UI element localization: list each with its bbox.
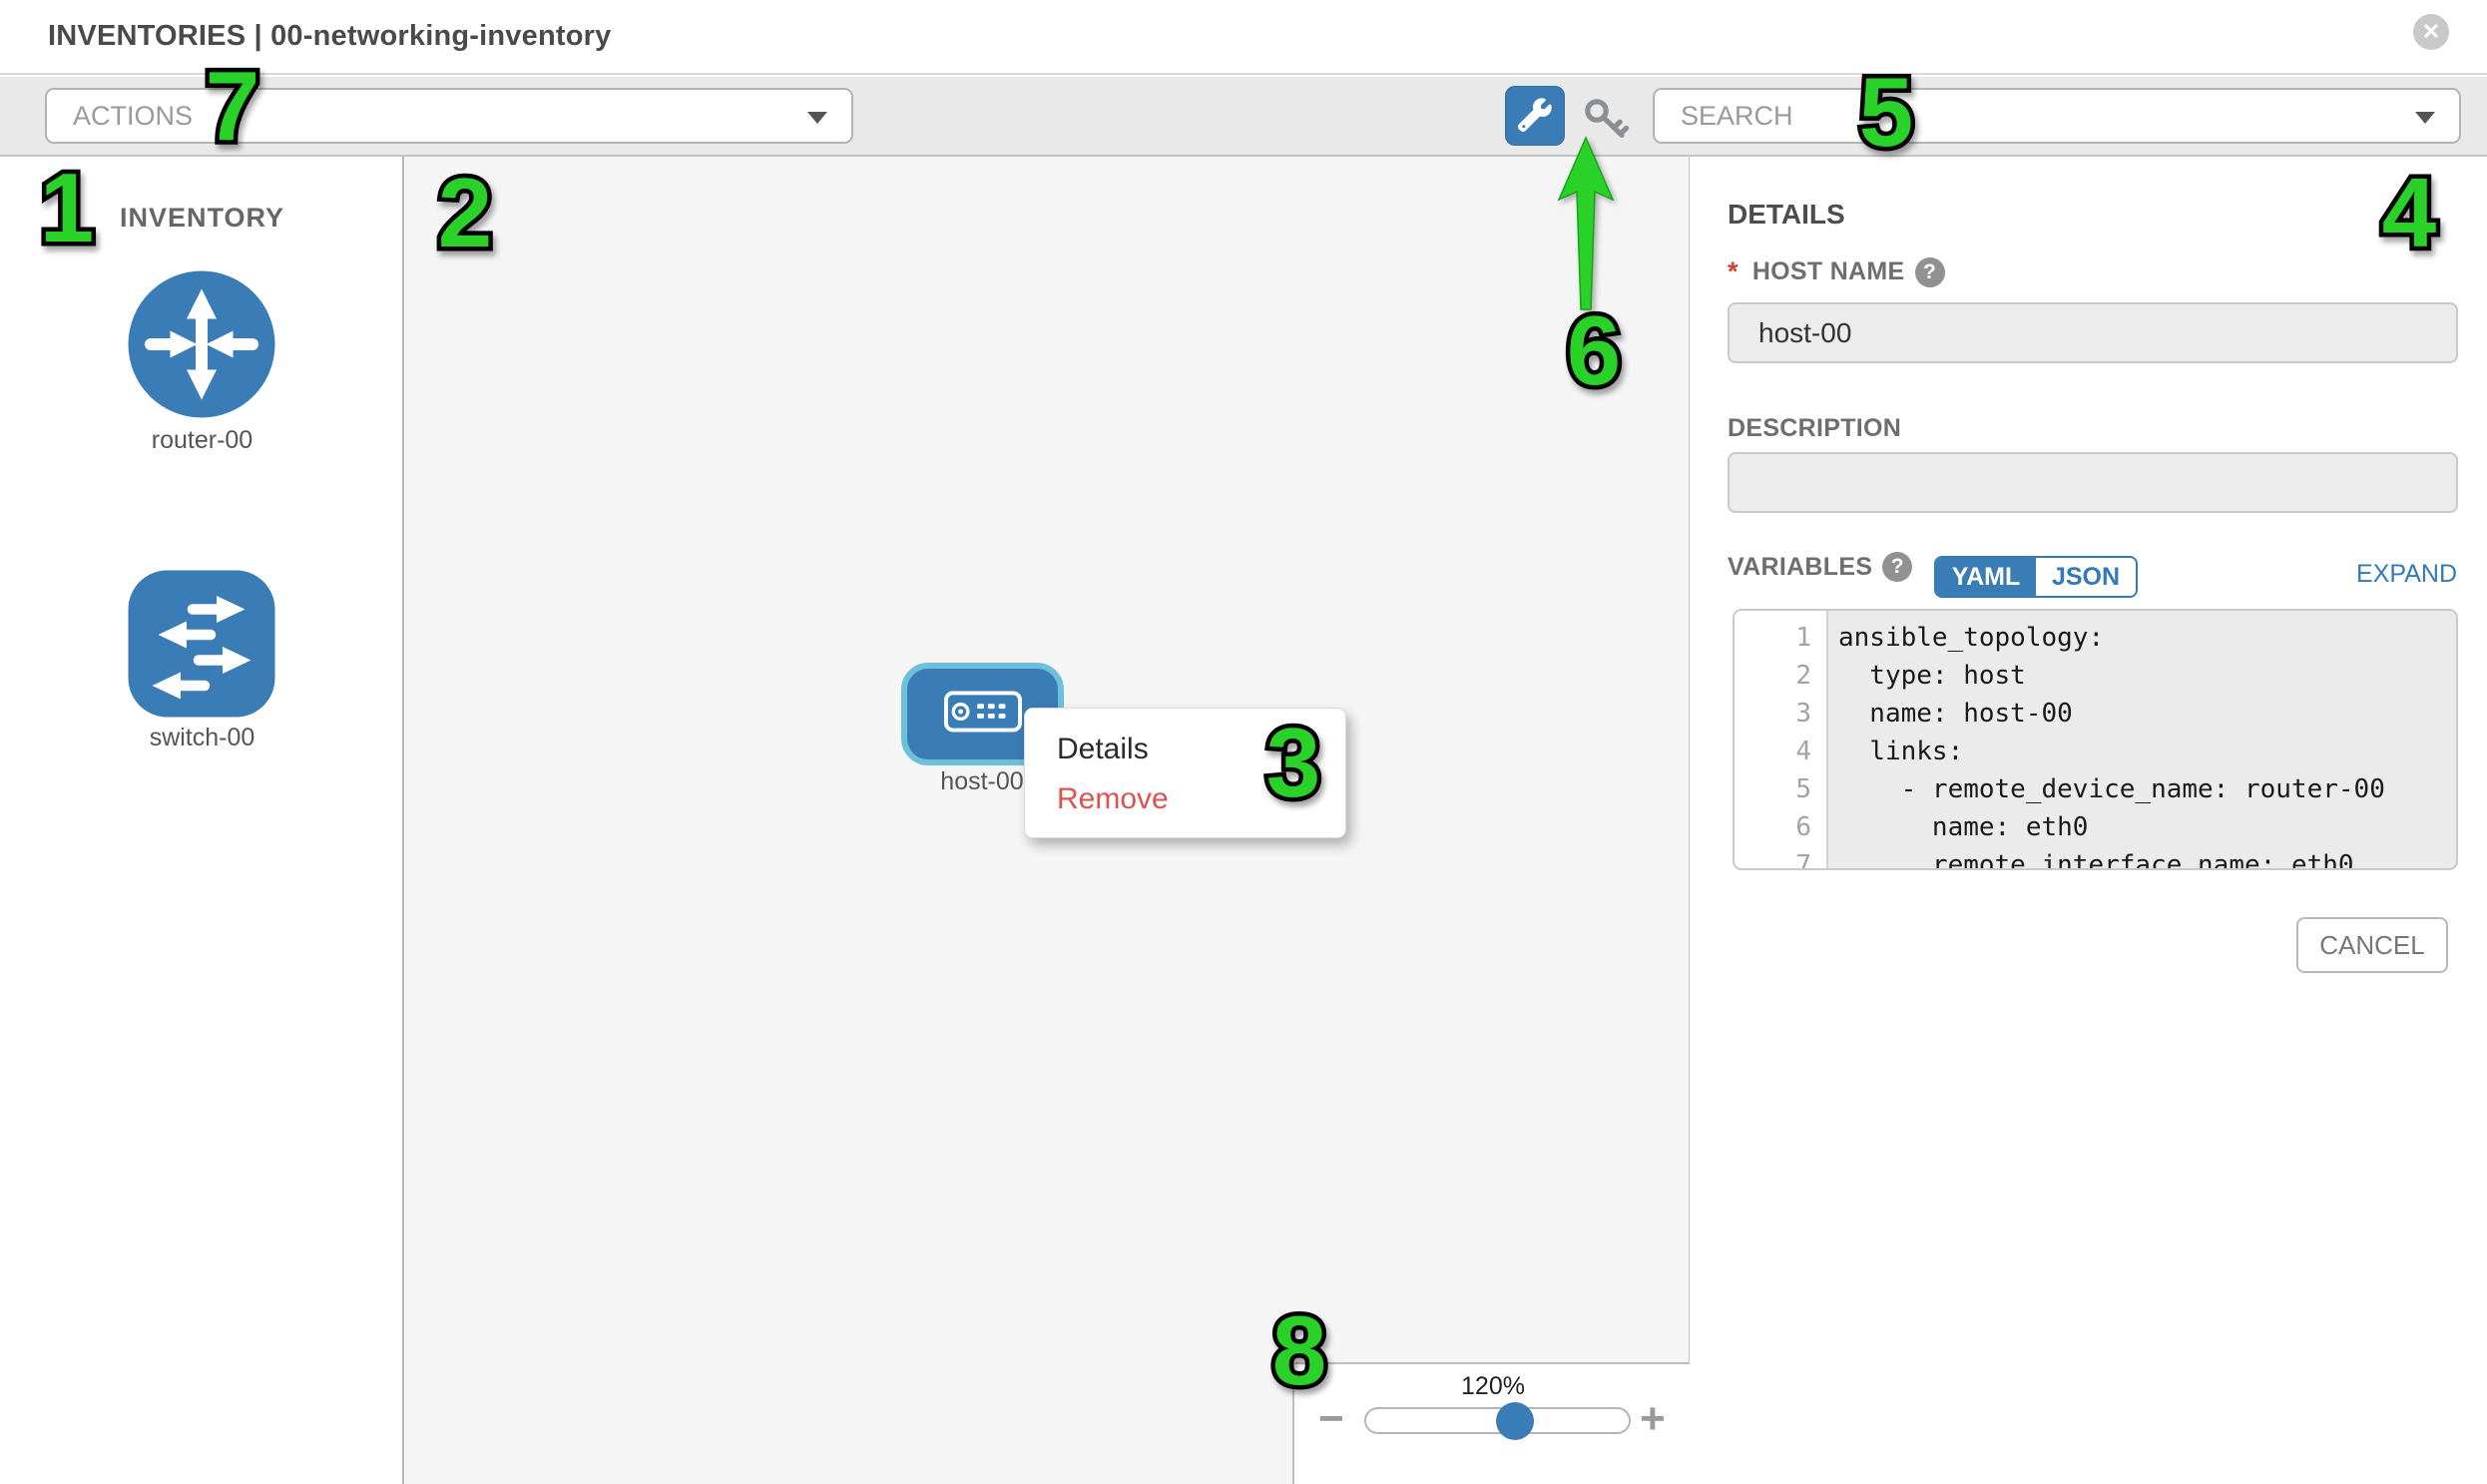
code-line: - remote_device_name: router-00 [1838,770,2456,808]
code-line: remote_interface_name: eth0 [1838,846,2456,870]
toolbar: ACTIONS SEARCH [0,77,2487,157]
menu-item-remove[interactable]: Remove [1025,774,1345,824]
json-toggle-button[interactable]: JSON [2036,558,2136,596]
details-panel: DETAILS * HOST NAME ? host-00 DESCRIPTIO… [1691,157,2487,1484]
zoom-control: 120% − + [1292,1362,1690,1484]
actions-dropdown[interactable]: ACTIONS [45,88,853,144]
host-icon [944,691,1022,738]
code-line: type: host [1838,657,2456,695]
page-title: INVENTORIES | 00-networking-inventory [48,0,611,73]
variables-format-toggle: YAML JSON [1934,556,2138,598]
variables-label: VARIABLES ? [1728,552,1912,582]
editor-line-numbers: 1 2 3 4 5 6 7 [1735,611,1828,868]
zoom-percent-value: 120% [1294,1372,1692,1401]
router-icon [127,406,276,423]
key-icon[interactable] [1581,95,1633,141]
variables-code-editor[interactable]: 1 2 3 4 5 6 7 ansible_topology: type: ho… [1733,609,2458,870]
switch-palette-label: switch-00 [0,724,404,752]
inventory-panel-title: INVENTORY [0,203,404,234]
editor-code-area[interactable]: ansible_topology: type: host name: host-… [1828,611,2456,868]
switch-icon [127,706,276,723]
required-marker: * [1728,256,1739,287]
expand-link[interactable]: EXPAND [2356,560,2457,589]
zoom-slider-thumb[interactable] [1496,1402,1534,1440]
host-node-label: host-00 [940,767,1023,796]
inventory-panel: INVENTORY [0,157,404,1484]
cancel-button[interactable]: CANCEL [2296,917,2448,973]
router-palette-item[interactable] [127,269,276,419]
code-line: ansible_topology: [1838,619,2456,657]
context-menu: Details Remove [1024,708,1346,838]
yaml-toggle-button[interactable]: YAML [1936,558,2036,596]
app-window: INVENTORIES | 00-networking-inventory ✕ … [0,0,2487,1484]
description-input[interactable] [1728,452,2458,513]
zoom-out-button[interactable]: − [1318,1397,1344,1441]
zoom-in-button[interactable]: + [1640,1397,1666,1441]
wrench-button[interactable] [1505,86,1565,146]
router-palette-label: router-00 [0,426,404,455]
title-bar: INVENTORIES | 00-networking-inventory ✕ [0,0,2487,75]
search-dropdown-label: SEARCH [1681,101,1793,132]
switch-palette-item[interactable] [127,569,276,719]
menu-item-details[interactable]: Details [1025,725,1345,774]
zoom-slider[interactable] [1364,1407,1631,1434]
help-icon[interactable]: ? [1882,552,1912,582]
host-name-input[interactable]: host-00 [1728,302,2458,363]
code-line: links: [1838,733,2456,770]
host-name-label: * HOST NAME ? [1728,256,1945,287]
chevron-down-icon [2415,112,2435,124]
actions-dropdown-label: ACTIONS [73,101,193,132]
description-label: DESCRIPTION [1728,414,1901,443]
close-icon[interactable]: ✕ [2413,14,2449,50]
details-panel-title: DETAILS [1728,199,1845,231]
code-line: name: eth0 [1838,808,2456,846]
wrench-icon [1518,98,1552,135]
topology-canvas[interactable]: host-00 Details Remove 120% − + [405,157,1690,1484]
search-dropdown[interactable]: SEARCH [1653,88,2461,144]
chevron-down-icon [807,112,827,124]
code-line: name: host-00 [1838,695,2456,733]
main-body: INVENTORY [0,157,2487,1484]
help-icon[interactable]: ? [1915,257,1945,287]
